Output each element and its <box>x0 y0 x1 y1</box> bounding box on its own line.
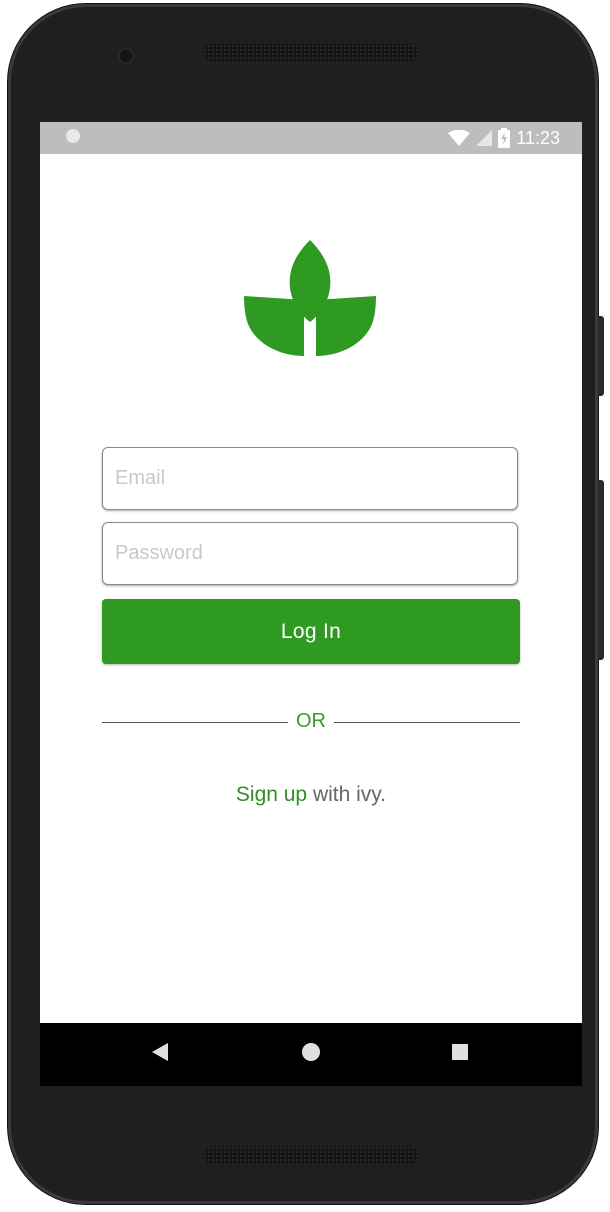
back-button[interactable] <box>130 1023 190 1086</box>
bottom-speaker <box>203 1146 418 1164</box>
email-input[interactable] <box>103 448 517 509</box>
cell-signal-icon <box>476 130 493 146</box>
ivy-leaf-logo <box>240 238 380 363</box>
password-input[interactable] <box>103 523 517 584</box>
or-divider: OR <box>102 708 520 738</box>
top-speaker <box>203 44 418 62</box>
wifi-icon <box>448 130 471 146</box>
notification-dot-icon <box>66 129 80 143</box>
password-field[interactable] <box>102 522 518 585</box>
home-button[interactable] <box>281 1023 341 1086</box>
recents-square-icon <box>452 1044 468 1065</box>
or-label: OR <box>296 710 326 732</box>
login-button[interactable]: Log In <box>102 599 520 664</box>
phone-frame: 11:23 Log In OR Sign up with ivy. <box>8 4 604 1204</box>
status-bar: 11:23 <box>40 122 582 154</box>
navigation-bar <box>40 1023 582 1086</box>
front-camera <box>117 47 135 65</box>
home-circle-icon <box>302 1043 320 1066</box>
signup-link[interactable]: Sign up <box>236 783 307 806</box>
power-button <box>598 480 604 660</box>
signup-prompt: Sign up with ivy. <box>40 783 582 807</box>
email-field[interactable] <box>102 447 518 510</box>
battery-charging-icon <box>498 128 511 148</box>
status-time: 11:23 <box>516 127 560 148</box>
recents-button[interactable] <box>430 1023 490 1086</box>
signup-suffix: with ivy. <box>307 783 387 806</box>
app-screen: 11:23 Log In OR Sign up with ivy. <box>40 122 582 1086</box>
volume-button <box>598 316 604 396</box>
back-triangle-icon <box>152 1043 168 1066</box>
status-icons: 11:23 <box>448 122 560 154</box>
